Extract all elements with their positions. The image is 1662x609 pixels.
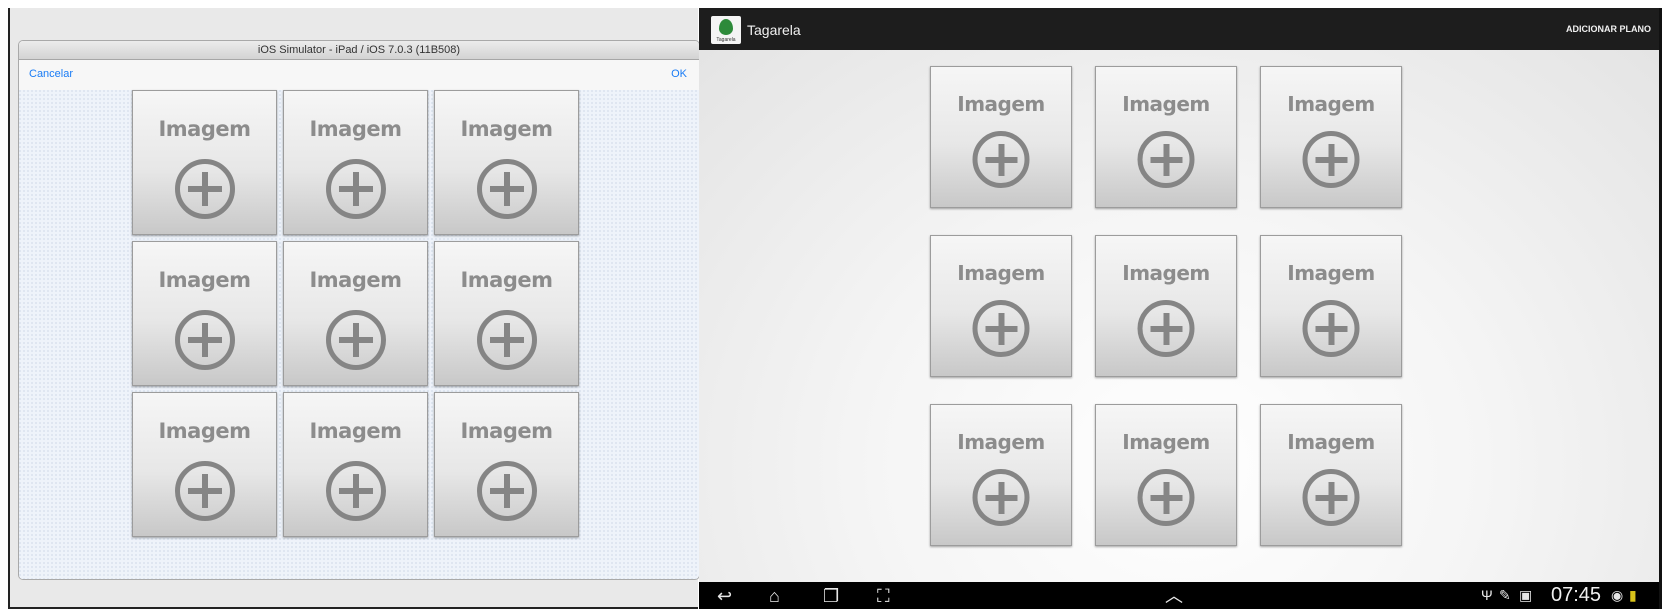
tile-label: Imagem xyxy=(957,430,1045,454)
add-circle-icon xyxy=(1302,300,1360,357)
add-circle-icon xyxy=(1137,469,1195,526)
tile-label: Imagem xyxy=(309,268,402,292)
add-circle-icon xyxy=(174,461,235,521)
add-circle-icon xyxy=(325,461,386,521)
add-plan-button[interactable]: ADICIONAR PLANO xyxy=(1566,24,1651,34)
app-logo-icon[interactable]: Tagarela xyxy=(711,16,741,44)
tile-label: Imagem xyxy=(460,419,553,443)
android-image-board: Imagem Imagem Imagem Imagem Imagem Image… xyxy=(699,50,1659,582)
recent-apps-icon[interactable]: ❐ xyxy=(823,587,839,605)
app-icon-text: Tagarela xyxy=(716,37,736,43)
tile-label: Imagem xyxy=(460,268,553,292)
cancel-button[interactable]: Cancelar xyxy=(29,68,73,80)
add-image-tile[interactable]: Imagem xyxy=(434,392,579,537)
add-image-tile[interactable]: Imagem xyxy=(1095,235,1237,377)
tile-label: Imagem xyxy=(309,419,402,443)
ios-window-title: iOS Simulator - iPad / iOS 7.0.3 (11B508… xyxy=(19,41,699,60)
battery-icon: ▮ xyxy=(1629,587,1637,603)
tile-label: Imagem xyxy=(309,117,402,141)
ios-image-picker: Imagem Imagem Imagem Imagem Imagem Image… xyxy=(19,90,699,579)
add-image-tile[interactable]: Imagem xyxy=(434,241,579,386)
add-circle-icon xyxy=(476,310,537,370)
tile-label: Imagem xyxy=(1122,430,1210,454)
add-image-tile[interactable]: Imagem xyxy=(930,404,1072,546)
wifi-icon: ◉ xyxy=(1611,587,1624,603)
ios-simulator-window: iOS Simulator - iPad / iOS 7.0.3 (11B508… xyxy=(18,40,700,580)
tile-label: Imagem xyxy=(1287,261,1375,285)
add-circle-icon xyxy=(325,310,386,370)
back-icon[interactable]: ↩ xyxy=(717,587,732,605)
add-circle-icon xyxy=(1302,469,1360,526)
ios-simulator-panel: iOS Simulator - iPad / iOS 7.0.3 (11B508… xyxy=(8,8,700,609)
add-circle-icon xyxy=(1137,300,1195,357)
tile-label: Imagem xyxy=(957,261,1045,285)
tile-label: Imagem xyxy=(460,117,553,141)
add-image-tile[interactable]: Imagem xyxy=(434,90,579,235)
add-image-tile[interactable]: Imagem xyxy=(1095,66,1237,208)
leaf-icon xyxy=(719,19,733,35)
tile-label: Imagem xyxy=(158,419,251,443)
add-circle-icon xyxy=(476,159,537,219)
add-image-tile[interactable]: Imagem xyxy=(132,392,277,537)
add-circle-icon xyxy=(325,159,386,219)
add-circle-icon xyxy=(476,461,537,521)
image-notification-icon: ▣ xyxy=(1519,587,1533,603)
screenshot-icon[interactable]: ⛶ xyxy=(877,587,890,605)
android-image-grid: Imagem Imagem Imagem Imagem Imagem Image… xyxy=(930,66,1402,546)
add-image-tile[interactable]: Imagem xyxy=(1260,404,1402,546)
add-image-tile[interactable]: Imagem xyxy=(283,241,428,386)
add-image-tile[interactable]: Imagem xyxy=(1260,66,1402,208)
home-icon[interactable]: ⌂ xyxy=(769,587,780,605)
add-image-tile[interactable]: Imagem xyxy=(283,90,428,235)
ok-button[interactable]: OK xyxy=(671,68,687,80)
add-image-tile[interactable]: Imagem xyxy=(930,66,1072,208)
add-image-tile[interactable]: Imagem xyxy=(930,235,1072,377)
add-image-tile[interactable]: Imagem xyxy=(132,90,277,235)
add-image-tile[interactable]: Imagem xyxy=(1260,235,1402,377)
add-circle-icon xyxy=(972,469,1030,526)
add-image-tile[interactable]: Imagem xyxy=(283,392,428,537)
ios-image-grid: Imagem Imagem Imagem Imagem Imagem Image… xyxy=(132,90,579,537)
add-circle-icon xyxy=(174,159,235,219)
android-tablet-panel: Tagarela Tagarela ADICIONAR PLANO Imagem… xyxy=(699,8,1662,609)
add-circle-icon xyxy=(972,131,1030,188)
action-bar: Tagarela Tagarela ADICIONAR PLANO xyxy=(699,8,1659,50)
add-circle-icon xyxy=(1302,131,1360,188)
tile-label: Imagem xyxy=(1122,92,1210,116)
tile-label: Imagem xyxy=(158,268,251,292)
tile-label: Imagem xyxy=(158,117,251,141)
tile-label: Imagem xyxy=(1287,430,1375,454)
pen-icon: ✎ xyxy=(1499,587,1511,603)
tile-label: Imagem xyxy=(957,92,1045,116)
add-circle-icon xyxy=(1137,131,1195,188)
add-image-tile[interactable]: Imagem xyxy=(1095,404,1237,546)
usb-icon: Ψ xyxy=(1481,587,1493,603)
tile-label: Imagem xyxy=(1122,261,1210,285)
system-navigation-bar: ↩ ⌂ ❐ ⛶ ︿ Ψ ✎ ▣ 07:45 ◉ ▮ xyxy=(699,582,1659,609)
app-title: Tagarela xyxy=(747,22,801,38)
add-circle-icon xyxy=(972,300,1030,357)
tile-label: Imagem xyxy=(1287,92,1375,116)
chevron-up-icon[interactable]: ︿ xyxy=(1165,587,1183,605)
ios-navigation-bar: Cancelar OK xyxy=(19,60,699,90)
add-circle-icon xyxy=(174,310,235,370)
add-image-tile[interactable]: Imagem xyxy=(132,241,277,386)
status-clock: 07:45 xyxy=(1551,584,1602,606)
